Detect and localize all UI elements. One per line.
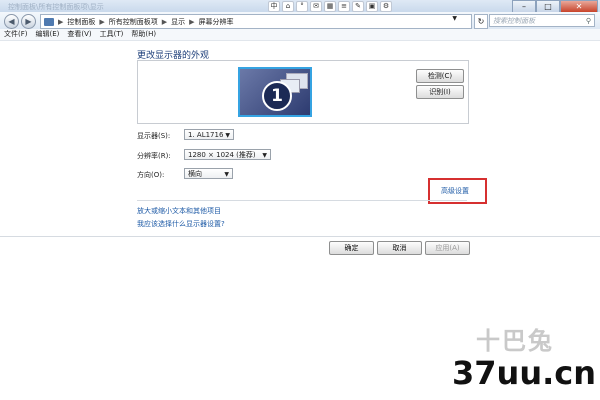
search-input[interactable]: 搜索控制面板 ⚲ (489, 14, 595, 27)
menu-view[interactable]: 查看(V) (63, 29, 95, 40)
menu-file[interactable]: 文件(F) (0, 29, 32, 40)
search-placeholder: 搜索控制面板 (493, 17, 535, 25)
breadcrumb-all-items[interactable]: 所有控制面板项 (109, 17, 158, 27)
breadcrumb-display[interactable]: 显示 (171, 17, 185, 27)
display-label: 显示器(S): (137, 132, 171, 140)
chevron-down-icon: ▼ (225, 132, 230, 139)
menu-bar: 文件(F) 编辑(E) 查看(V) 工具(T) 帮助(H) (0, 29, 600, 41)
navigation-bar: ◀ ▶ ▶ 控制面板 ▶ 所有控制面板项 ▶ 显示 ▶ 屏幕分辨率 ▼ ↻ 搜索… (0, 12, 600, 30)
breadcrumb-screen-resolution[interactable]: 屏幕分辨率 (199, 17, 234, 27)
breadcrumb-separator-icon[interactable]: ▶ (99, 18, 104, 26)
ime-icon-8[interactable]: ⚙ (380, 1, 392, 12)
resolution-select[interactable]: 1280 × 1024 (推荐) ▼ (184, 149, 271, 160)
apply-button[interactable]: 应用(A) (425, 241, 470, 255)
cancel-button[interactable]: 取消 (377, 241, 422, 255)
breadcrumb-separator-icon[interactable]: ▶ (58, 18, 63, 26)
orientation-select[interactable]: 横向 ▼ (184, 168, 233, 179)
window-title: 控制面板\所有控制面板项\显示 (8, 3, 104, 11)
ime-toolbar: 中 ⌂ ° ✉ ▦ ≡ ✎ ▣ ⚙ (268, 1, 392, 12)
chevron-down-icon: ▼ (262, 152, 267, 159)
text-size-link[interactable]: 放大或缩小文本和其他项目 (137, 206, 221, 216)
monitor-number: 1 (262, 81, 292, 111)
resolution-label: 分辨率(R): (137, 152, 171, 160)
menu-tools[interactable]: 工具(T) (96, 29, 128, 40)
watermark-logo: 十巴兔 (476, 327, 554, 355)
ime-icon-7[interactable]: ▣ (366, 1, 378, 12)
resolution-select-value: 1280 × 1024 (推荐) (188, 151, 256, 159)
forward-button[interactable]: ▶ (21, 14, 36, 29)
ime-icon-0[interactable]: 中 (268, 1, 280, 12)
ime-icon-1[interactable]: ⌂ (282, 1, 294, 12)
menu-edit[interactable]: 编辑(E) (32, 29, 64, 40)
ime-icon-3[interactable]: ✉ (310, 1, 322, 12)
monitor-thumbnail[interactable]: 1 (238, 67, 312, 117)
refresh-icon: ↻ (477, 17, 485, 26)
chevron-down-icon[interactable]: ▼ (452, 15, 457, 22)
identify-button[interactable]: 识别(I) (416, 85, 464, 99)
divider (0, 236, 600, 237)
display-select[interactable]: 1. AL1716 ▼ (184, 129, 234, 140)
title-bar: 控制面板\所有控制面板项\显示 中 ⌂ ° ✉ ▦ ≡ ✎ ▣ ⚙ – □ ✕ (0, 0, 600, 13)
address-bar[interactable]: ▶ 控制面板 ▶ 所有控制面板项 ▶ 显示 ▶ 屏幕分辨率 ▼ (40, 14, 472, 29)
ime-icon-6[interactable]: ✎ (352, 1, 364, 12)
back-button[interactable]: ◀ (4, 14, 19, 29)
display-help-link[interactable]: 我应该选择什么显示器设置? (137, 219, 225, 229)
ok-button[interactable]: 确定 (329, 241, 374, 255)
menu-help[interactable]: 帮助(H) (127, 29, 160, 40)
ime-icon-2[interactable]: ° (296, 1, 308, 12)
control-panel-icon (44, 17, 54, 26)
watermark-site: 37uu.cn (452, 354, 596, 392)
refresh-button[interactable]: ↻ (474, 14, 488, 29)
ime-icon-4[interactable]: ▦ (324, 1, 336, 12)
breadcrumb-separator-icon[interactable]: ▶ (189, 18, 194, 26)
ime-icon-5[interactable]: ≡ (338, 1, 350, 12)
breadcrumb-separator-icon[interactable]: ▶ (162, 18, 167, 26)
chevron-down-icon: ▼ (224, 171, 229, 178)
divider (137, 200, 467, 201)
breadcrumb-control-panel[interactable]: 控制面板 (67, 17, 95, 27)
orientation-select-value: 横向 (188, 170, 202, 178)
orientation-label: 方向(O): (137, 171, 165, 179)
detect-button[interactable]: 检测(C) (416, 69, 464, 83)
search-icon: ⚲ (585, 17, 591, 25)
display-select-value: 1. AL1716 (188, 131, 224, 139)
